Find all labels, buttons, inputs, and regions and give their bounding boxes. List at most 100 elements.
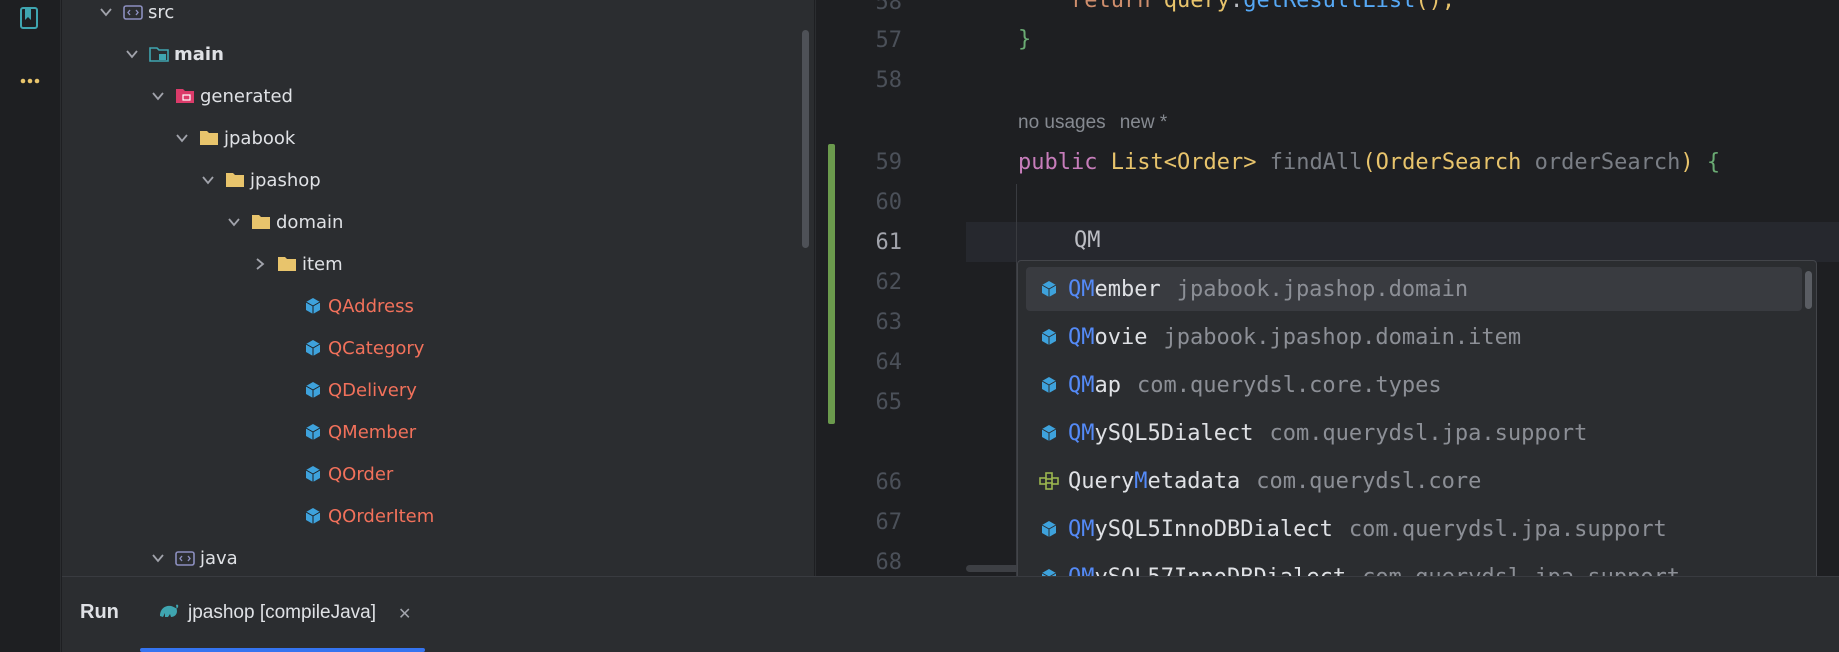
tree-node-src[interactable]: src <box>62 0 814 30</box>
line-number[interactable]: 57 <box>816 28 903 53</box>
punct: ( <box>1362 150 1376 175</box>
line-number[interactable]: 59 <box>816 150 903 175</box>
code-line-59[interactable]: public List<Order> findAll(OrderSearch o… <box>1018 150 1720 175</box>
class-icon <box>1036 420 1062 446</box>
completion-package: jpabook.jpashop.domain.item <box>1163 324 1522 350</box>
tree-node-label: generated <box>200 85 293 107</box>
source-folder-icon <box>174 547 196 569</box>
line-number[interactable]: 63 <box>816 310 903 335</box>
chevron-down-icon[interactable] <box>148 548 168 568</box>
line-number[interactable]: 66 <box>816 470 903 495</box>
line-number[interactable]: 61 <box>816 230 903 255</box>
tree-node-main[interactable]: main <box>62 36 814 72</box>
typed-text[interactable]: QM <box>1074 228 1101 253</box>
class-icon <box>1036 516 1062 542</box>
completion-match: QM <box>1068 516 1095 542</box>
code-line-57[interactable]: } <box>1018 27 1031 52</box>
completion-item[interactable]: QM ySQL5Dialect com.querydsl.jpa.support <box>1026 411 1802 455</box>
tree-node-qcategory[interactable]: QCategory <box>62 330 814 366</box>
completion-package: jpabook.jpashop.domain <box>1176 276 1469 302</box>
tree-node-java[interactable]: java <box>62 540 814 576</box>
run-tool-title[interactable]: Run <box>80 601 119 624</box>
tree-node-qorderitem[interactable]: QOrderItem <box>62 498 814 534</box>
code-line-56[interactable]: return query.getResultList(); <box>1018 0 1455 13</box>
line-number[interactable]: 68 <box>816 550 903 575</box>
keyword: return <box>1070 0 1151 13</box>
line-number[interactable]: 58 <box>816 68 903 93</box>
chevron-down-icon[interactable] <box>148 86 168 106</box>
completion-item[interactable]: Query Metadata com.querydsl.core <box>1026 459 1802 503</box>
completion-item[interactable]: QM ember jpabook.jpashop.domain <box>1026 267 1802 311</box>
tab-label: jpashop [compileJava] <box>188 602 376 623</box>
completion-package: com.querydsl.core.types <box>1137 372 1442 398</box>
source-folder-icon <box>122 1 144 23</box>
usages-hint[interactable]: no usages <box>1018 112 1106 133</box>
completion-match: QM <box>1068 276 1095 302</box>
more-icon[interactable] <box>17 68 43 94</box>
tree-node-generated[interactable]: generated <box>62 78 814 114</box>
completion-item[interactable]: QM ovie jpabook.jpashop.domain.item <box>1026 315 1802 359</box>
tree-node-label: QOrderItem <box>328 505 435 527</box>
chevron-down-icon[interactable] <box>122 44 142 64</box>
completion-name-prefix: Query <box>1068 468 1135 494</box>
popup-scrollbar[interactable] <box>1805 271 1812 309</box>
close-icon[interactable]: ✕ <box>398 604 411 623</box>
class-icon <box>302 337 324 359</box>
class-icon <box>302 295 324 317</box>
line-number[interactable]: 65 <box>816 390 903 415</box>
line-number[interactable]: 67 <box>816 510 903 535</box>
completion-name: ySQL5InnoDBDialect <box>1094 516 1333 542</box>
chevron-right-icon[interactable] <box>250 254 270 274</box>
class-icon <box>1036 276 1062 302</box>
line-number[interactable]: 60 <box>816 190 903 215</box>
tree-node-qdelivery[interactable]: QDelivery <box>62 372 814 408</box>
completion-item[interactable]: QM ySQL5InnoDBDialect com.querydsl.jpa.sup… <box>1026 507 1802 551</box>
param-type: OrderSearch <box>1375 150 1522 175</box>
punct: < <box>1163 150 1177 175</box>
chevron-down-icon[interactable] <box>224 212 244 232</box>
line-number[interactable]: 64 <box>816 350 903 375</box>
inlay-hint[interactable]: no usages new * <box>1018 112 1181 134</box>
method-call: getResultList <box>1243 0 1416 13</box>
tree-node-qorder[interactable]: QOrder <box>62 456 814 492</box>
completion-item[interactable]: QM ap com.querydsl.core.types <box>1026 363 1802 407</box>
class-icon <box>302 505 324 527</box>
identifier: query <box>1163 0 1230 13</box>
tree-node-label: src <box>148 1 175 23</box>
tree-node-qaddress[interactable]: QAddress <box>62 288 814 324</box>
line-number[interactable]: 62 <box>816 270 903 295</box>
tree-node-item[interactable]: item <box>62 246 814 282</box>
tree-node-label: QOrder <box>328 463 394 485</box>
chevron-down-icon[interactable] <box>96 2 116 22</box>
tree-node-label: jpashop <box>250 169 321 191</box>
method-name: findAll <box>1269 150 1363 175</box>
line-number[interactable]: 58 <box>816 0 903 15</box>
tree-node-label: QCategory <box>328 337 425 359</box>
class-icon <box>302 379 324 401</box>
tree-node-label: domain <box>276 211 344 233</box>
tree-node-qmember[interactable]: QMember <box>62 414 814 450</box>
project-tree: src main generated jpabook jpashop domain item… <box>62 0 814 576</box>
package-folder-icon <box>224 169 246 191</box>
tree-scrollbar[interactable] <box>802 30 809 248</box>
tree-node-label: QMember <box>328 421 417 443</box>
chevron-down-icon[interactable] <box>172 128 192 148</box>
bookmarks-icon[interactable] <box>17 6 43 32</box>
param-name: orderSearch <box>1534 150 1681 175</box>
package-folder-icon <box>276 253 298 275</box>
chevron-down-icon[interactable] <box>198 170 218 190</box>
bottom-tool-bar: Run jpashop [compileJava] ✕ <box>62 576 1839 652</box>
completion-package: com.querydsl.jpa.support <box>1348 516 1667 542</box>
author-hint[interactable]: new * <box>1120 112 1168 133</box>
tree-node-domain[interactable]: domain <box>62 204 814 240</box>
tree-node-jpashop[interactable]: jpashop <box>62 162 814 198</box>
completion-name: etadata <box>1147 468 1241 494</box>
tab-run-compileJava[interactable]: jpashop [compileJava] ✕ <box>140 577 425 649</box>
activity-bar <box>0 0 61 652</box>
tree-node-jpabook[interactable]: jpabook <box>62 120 814 156</box>
